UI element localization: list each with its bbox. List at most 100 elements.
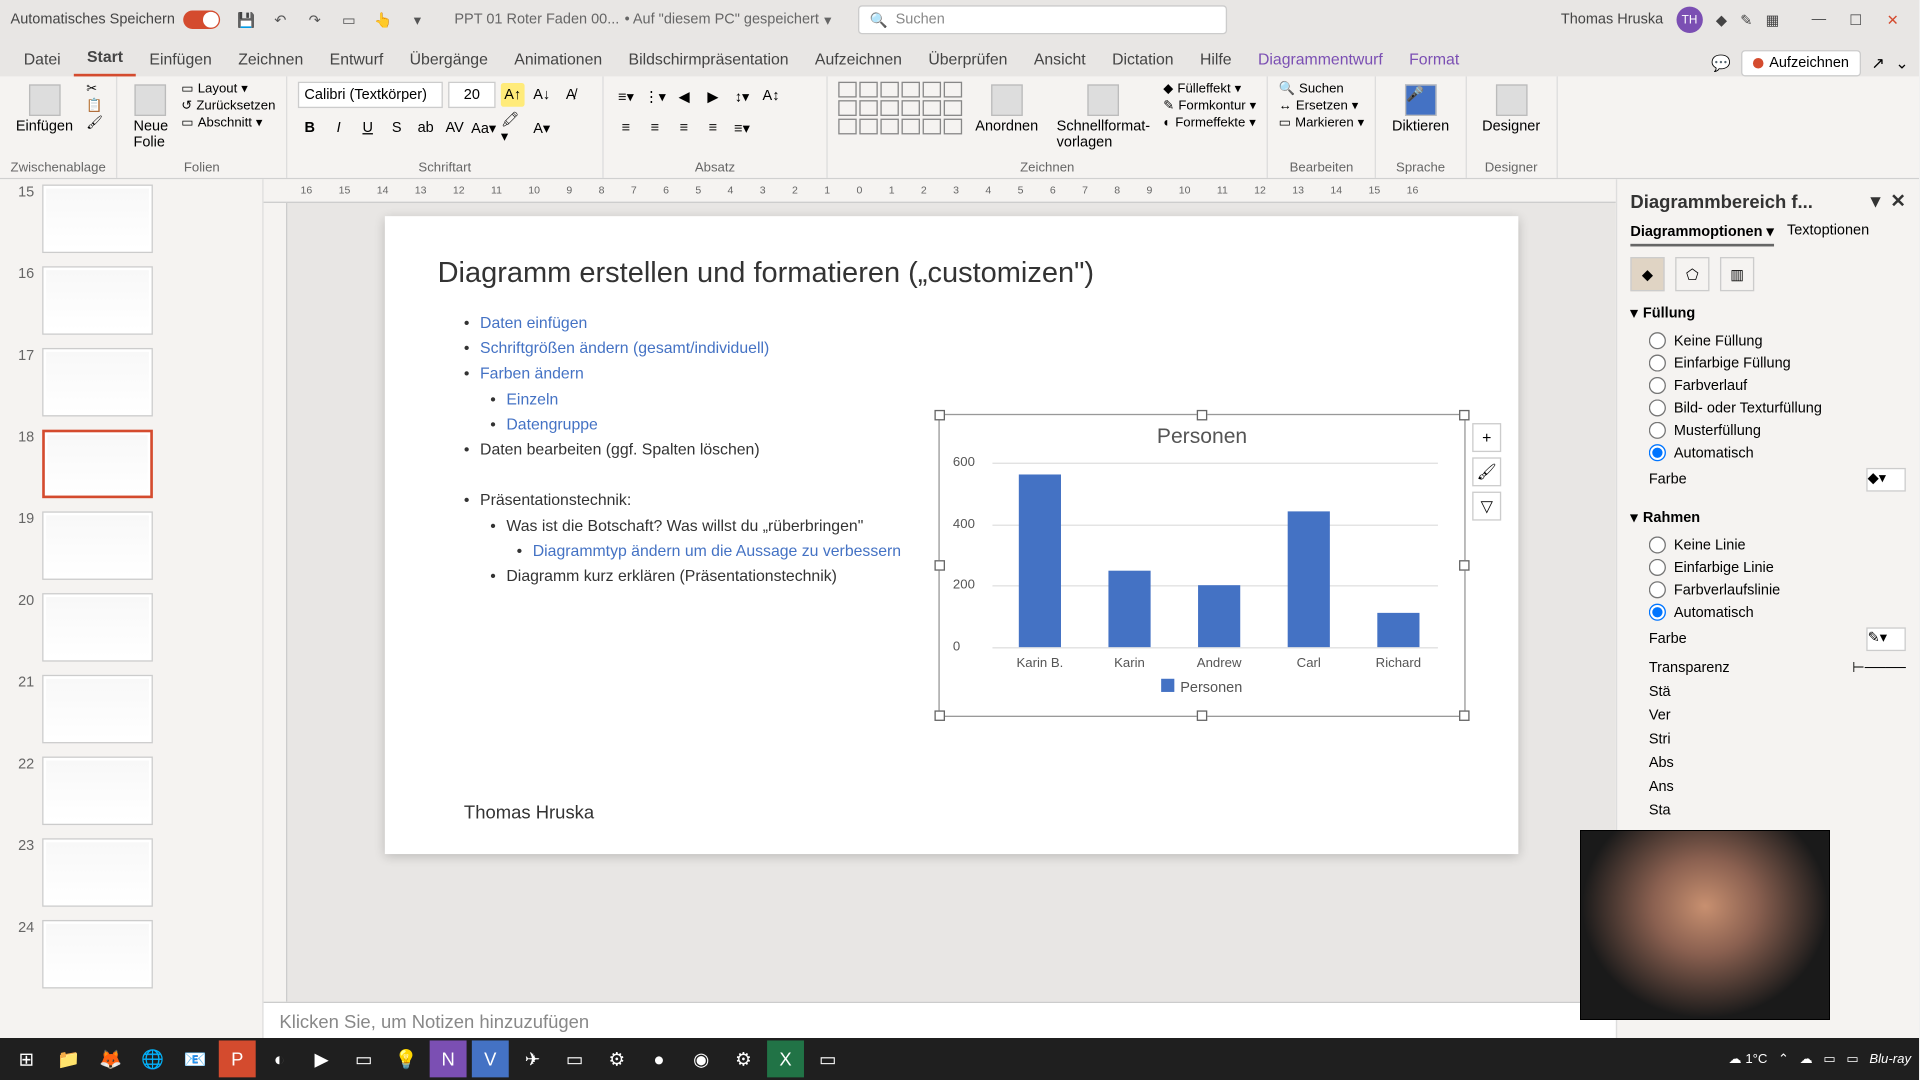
app3-icon[interactable]: 💡 [387, 1040, 424, 1077]
record-button[interactable]: Aufzeichnen [1742, 50, 1861, 76]
clear-format-button[interactable]: A̸ [559, 83, 583, 107]
format-pane-close-icon[interactable]: ✕ [1890, 190, 1905, 211]
weather-widget[interactable]: ☁ 1°C [1728, 1052, 1767, 1066]
app-icon[interactable]: ◐ [261, 1040, 298, 1077]
tab-animationen[interactable]: Animationen [501, 42, 615, 76]
shape-outline-button[interactable]: ✎ Formkontur ▾ [1163, 99, 1256, 113]
tab-zeichnen[interactable]: Zeichnen [225, 42, 316, 76]
thumbnail-slide-20[interactable]: 20 [11, 593, 252, 662]
fill-line-icon[interactable]: ◆ [1630, 257, 1664, 291]
tray-icon-2[interactable]: ▭ [1846, 1052, 1858, 1066]
font-size-input[interactable]: 20 [448, 82, 495, 108]
select-button[interactable]: ▭ Markieren ▾ [1279, 116, 1365, 130]
settings-icon[interactable]: ⚙ [725, 1040, 762, 1077]
tab-bildschirmpraesentation[interactable]: Bildschirmpräsentation [615, 42, 801, 76]
thumbnail-slide-16[interactable]: 16 [11, 266, 252, 335]
chart-legend[interactable]: Personen [940, 679, 1465, 696]
paste-button[interactable]: Einfügen [11, 82, 79, 137]
chart-object[interactable]: Personen 6004002000Karin B.KarinAndrewCa… [938, 414, 1465, 717]
close-button[interactable]: ✕ [1877, 7, 1909, 33]
tab-format[interactable]: Format [1396, 42, 1472, 76]
window-icon[interactable]: ▦ [1766, 11, 1780, 28]
cut-button[interactable]: ✂ [86, 82, 103, 96]
arrange-button[interactable]: Anordnen [970, 82, 1043, 137]
search-input[interactable]: 🔍 Suchen [858, 5, 1227, 34]
comments-icon[interactable]: 💬 [1711, 54, 1731, 72]
tab-hilfe[interactable]: Hilfe [1187, 42, 1245, 76]
tray-chevron-icon[interactable]: ⌃ [1778, 1052, 1789, 1066]
save-icon[interactable]: 💾 [236, 9, 257, 30]
line-color-picker[interactable]: ✎▾ [1866, 627, 1906, 651]
thumbnail-slide-21[interactable]: 21 [11, 675, 252, 744]
fill-color-picker[interactable]: ◆▾ [1866, 468, 1906, 492]
shape-fill-button[interactable]: ◆ Fülleffekt ▾ [1163, 82, 1256, 96]
case-button[interactable]: Aa▾ [472, 116, 496, 140]
start-button[interactable]: ⊞ [8, 1040, 45, 1077]
format-painter-button[interactable]: 🖌 [86, 116, 103, 130]
diamond-icon[interactable]: ◆ [1716, 11, 1727, 28]
indent-increase-button[interactable]: ▶ [701, 84, 725, 108]
tab-datei[interactable]: Datei [11, 42, 74, 76]
minimize-button[interactable]: — [1803, 7, 1835, 33]
file-explorer-icon[interactable]: 📁 [50, 1040, 87, 1077]
auto-fill-radio[interactable]: Automatisch [1630, 442, 1905, 464]
effects-icon[interactable]: ⬠ [1675, 257, 1709, 291]
no-line-radio[interactable]: Keine Linie [1630, 534, 1905, 556]
dictate-button[interactable]: 🎤Diktieren [1387, 82, 1455, 137]
bullets-button[interactable]: ≡▾ [614, 84, 638, 108]
tab-start[interactable]: Start [74, 40, 136, 77]
shapes-gallery[interactable] [838, 82, 962, 135]
tab-diagrammentwurf[interactable]: Diagrammentwurf [1245, 42, 1396, 76]
align-left-button[interactable]: ≡ [614, 116, 638, 140]
autosave-toggle[interactable]: Automatisches Speichern [11, 11, 220, 29]
chart-elements-button[interactable]: + [1472, 423, 1501, 452]
chart-bar[interactable] [1198, 586, 1240, 647]
qat-more-icon[interactable]: ▾ [407, 9, 428, 30]
new-slide-button[interactable]: Neue Folie [128, 82, 173, 153]
chart-filters-button[interactable]: ▽ [1472, 492, 1501, 521]
numbering-button[interactable]: ⋮▾ [643, 84, 667, 108]
chart-bar[interactable] [1019, 475, 1061, 647]
copy-button[interactable]: 📋 [86, 99, 103, 113]
obs-icon[interactable]: ⚙ [598, 1040, 635, 1077]
chart-styles-button[interactable]: 🖌 [1472, 457, 1501, 486]
justify-button[interactable]: ≡ [701, 116, 725, 140]
slideshow-icon[interactable]: ▭ [338, 9, 359, 30]
tab-uebergaenge[interactable]: Übergänge [396, 42, 501, 76]
bold-button[interactable]: B [298, 116, 322, 140]
text-direction-button[interactable]: A↕ [759, 84, 783, 108]
app7-icon[interactable]: ◉ [683, 1040, 720, 1077]
slide-thumbnails[interactable]: 15161718192021222324 [0, 179, 264, 1049]
thumbnail-slide-23[interactable]: 23 [11, 838, 252, 907]
chart-bar[interactable] [1108, 570, 1150, 647]
format-pane-dropdown-icon[interactable]: ▾ [1871, 190, 1880, 211]
reset-button[interactable]: ↺ Zurücksetzen [181, 99, 275, 113]
collapse-ribbon-icon[interactable]: ⌄ [1895, 54, 1908, 72]
font-name-input[interactable]: Calibri (Textkörper) [298, 82, 443, 108]
slide-canvas[interactable]: Diagramm erstellen und formatieren („cus… [385, 216, 1518, 854]
solid-line-radio[interactable]: Einfarbige Linie [1630, 556, 1905, 578]
powerpoint-icon[interactable]: P [219, 1040, 256, 1077]
chart-options-tab[interactable]: Diagrammoptionen ▾ [1630, 223, 1773, 247]
thumbnail-slide-19[interactable]: 19 [11, 511, 252, 580]
pen-icon[interactable]: ✎ [1740, 11, 1752, 28]
strikethrough-button[interactable]: S [385, 116, 409, 140]
redo-icon[interactable]: ↷ [304, 9, 325, 30]
app2-icon[interactable]: ▭ [345, 1040, 382, 1077]
shape-effects-button[interactable]: ◐ Formeffekte ▾ [1163, 116, 1256, 130]
thumbnail-slide-24[interactable]: 24 [11, 920, 252, 989]
outlook-icon[interactable]: 📧 [177, 1040, 214, 1077]
decrease-font-button[interactable]: A↓ [530, 83, 554, 107]
firefox-icon[interactable]: 🦊 [92, 1040, 129, 1077]
indent-decrease-button[interactable]: ◀ [672, 84, 696, 108]
user-avatar[interactable]: TH [1676, 7, 1702, 33]
maximize-button[interactable]: ☐ [1840, 7, 1872, 33]
fill-section-header[interactable]: ▾ Füllung [1630, 304, 1905, 321]
thumbnail-slide-17[interactable]: 17 [11, 348, 252, 417]
underline-button[interactable]: U [356, 116, 380, 140]
taskbar[interactable]: ⊞ 📁 🦊 🌐 📧 P ◐ ▶ ▭ 💡 N V ✈ ▭ ⚙ ● ◉ ⚙ X ▭ … [0, 1038, 1919, 1080]
chart-bar[interactable] [1288, 512, 1330, 647]
columns-button[interactable]: ≡▾ [730, 116, 754, 140]
slide-title[interactable]: Diagramm erstellen und formatieren („cus… [438, 256, 1466, 290]
vlc-icon[interactable]: ▶ [303, 1040, 340, 1077]
